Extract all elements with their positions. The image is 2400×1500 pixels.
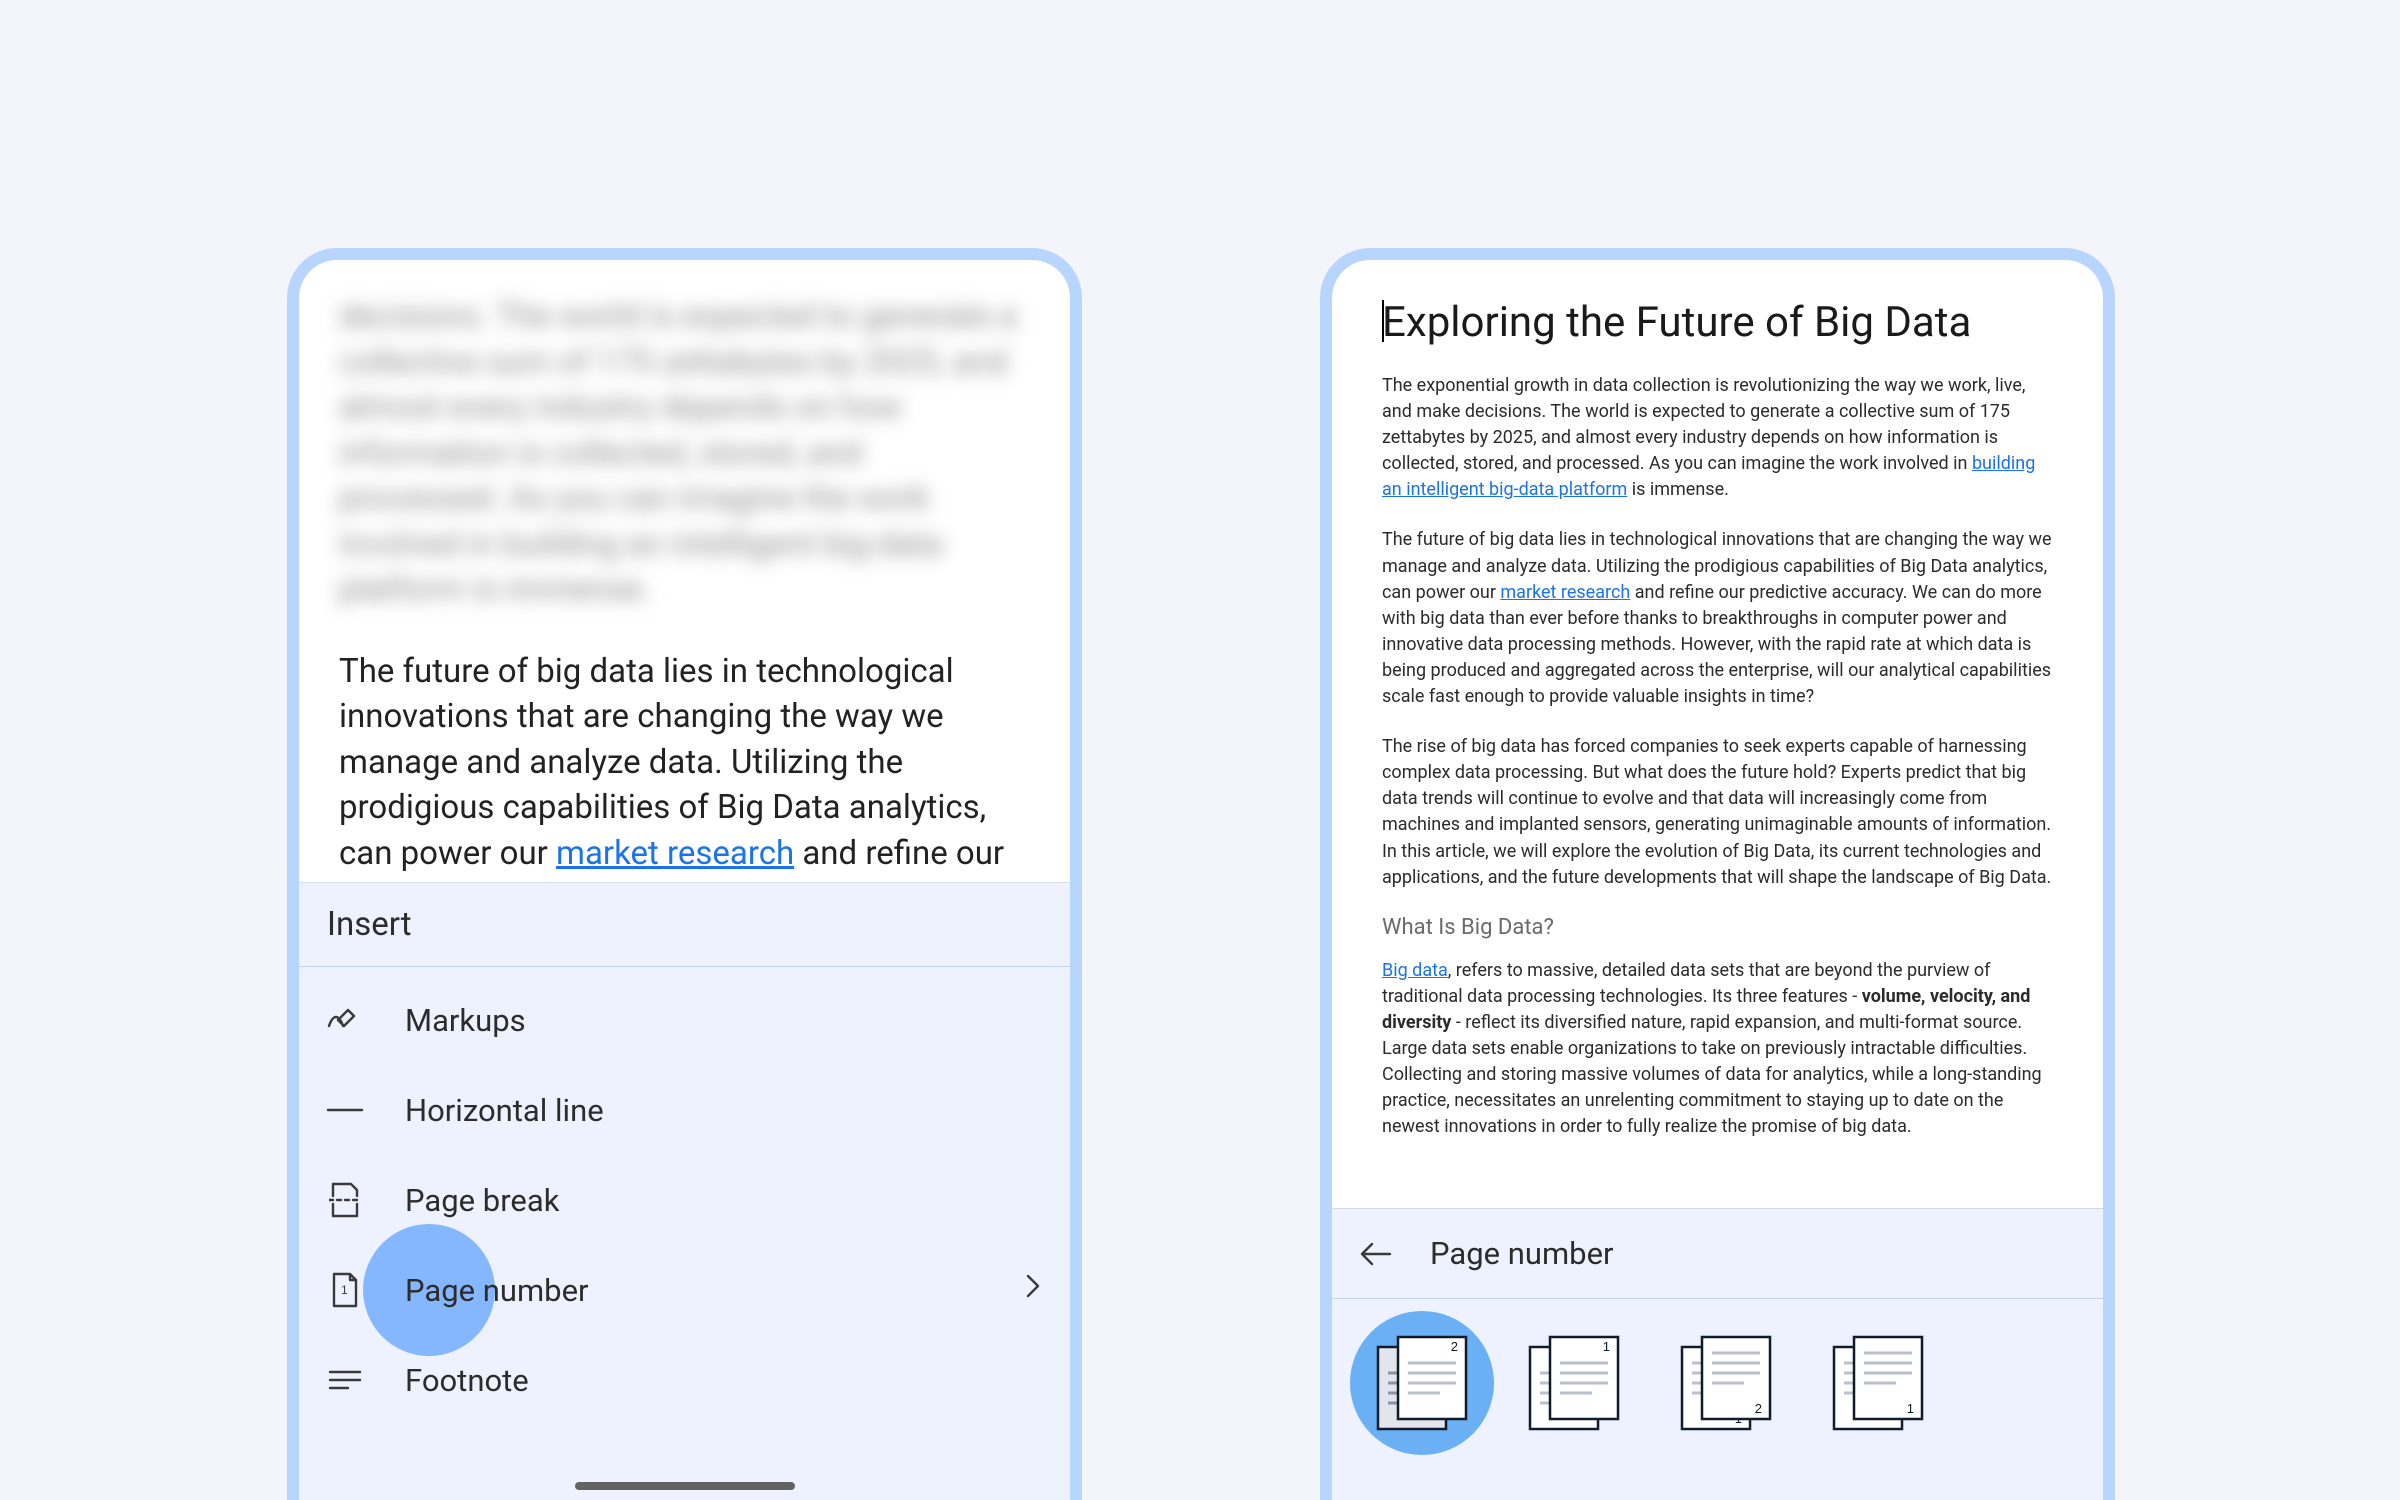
page-number-style-options: 1 2 (1332, 1299, 2103, 1467)
phone-frame-right: Exploring the Future of Big Data The exp… (1320, 248, 2115, 1500)
svg-text:1: 1 (341, 1283, 348, 1297)
horizontal-line-icon (323, 1105, 367, 1115)
insert-bottom-sheet: Insert Markups Horizontal line (299, 882, 1070, 1500)
page-number-footer-all-icon: 1 2 (1672, 1329, 1780, 1437)
link-market-research[interactable]: market research (1500, 582, 1630, 603)
phone-frame-left: decisions. The world is expected to gene… (287, 248, 1082, 1500)
arrow-left-icon (1360, 1240, 1392, 1268)
page-number-option-footer-all[interactable]: 1 2 (1672, 1329, 1780, 1437)
svg-text:1: 1 (1603, 1339, 1610, 1354)
svg-text:2: 2 (1451, 1339, 1458, 1354)
footnote-icon (323, 1366, 367, 1394)
svg-text:1: 1 (1907, 1401, 1914, 1416)
insert-item-horizontal-line[interactable]: Horizontal line (299, 1065, 1070, 1155)
insert-item-page-number[interactable]: 1 Page number (299, 1245, 1070, 1335)
page-number-bottom-sheet: Page number 1 2 (1332, 1208, 2103, 1500)
page-number-footer-skip-first-icon: 1 (1824, 1329, 1932, 1437)
document-title[interactable]: Exploring the Future of Big Data (1382, 298, 2053, 347)
markups-icon (323, 1006, 367, 1034)
paragraph-2: The future of big data lies in technolog… (1382, 527, 2053, 710)
back-button[interactable] (1360, 1240, 1396, 1268)
page-break-icon (323, 1182, 367, 1218)
paragraph-1: The exponential growth in data collectio… (1382, 373, 2053, 503)
home-indicator[interactable] (575, 1482, 795, 1490)
paragraph-4: Big data, refers to massive, detailed da… (1382, 958, 2053, 1141)
market-research-link[interactable]: market research (556, 834, 794, 873)
page-number-header-all-icon: 1 2 (1368, 1329, 1476, 1437)
chevron-right-icon (1024, 1272, 1042, 1308)
paragraph-3: The rise of big data has forced companie… (1382, 734, 2053, 891)
link-big-data[interactable]: Big data (1382, 960, 1448, 981)
insert-menu-list: Markups Horizontal line Page break (299, 967, 1070, 1425)
insert-item-markups[interactable]: Markups (299, 975, 1070, 1065)
svg-text:2: 2 (1755, 1401, 1762, 1416)
insert-sheet-title: Insert (299, 883, 1070, 967)
document-preview-right: Exploring the Future of Big Data The exp… (1332, 260, 2103, 1184)
blurred-paragraph: decisions. The world is expected to gene… (339, 294, 1030, 613)
page-number-option-footer-skip-first[interactable]: 1 (1824, 1329, 1932, 1437)
page-number-option-header-skip-first[interactable]: 1 (1520, 1329, 1628, 1437)
page-number-option-header-all[interactable]: 1 2 (1368, 1329, 1476, 1437)
page-number-sheet-title: Page number (1430, 1235, 1614, 1272)
page-number-header-skip-first-icon: 1 (1520, 1329, 1628, 1437)
insert-item-footnote[interactable]: Footnote (299, 1335, 1070, 1425)
page-number-icon: 1 (323, 1272, 367, 1308)
subheading-what-is-big-data: What Is Big Data? (1382, 915, 2053, 940)
page-number-sheet-header: Page number (1332, 1209, 2103, 1299)
